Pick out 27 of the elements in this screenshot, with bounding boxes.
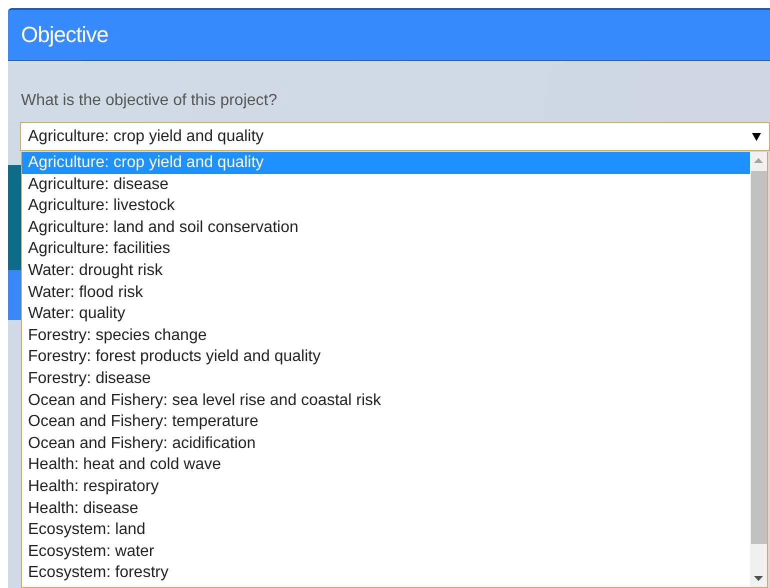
dropdown-option[interactable]: Forestry: forest products yield and quality — [22, 346, 750, 368]
dropdown-option[interactable]: Water: drought risk — [22, 260, 750, 282]
scroll-down-icon[interactable] — [754, 576, 763, 581]
dropdown-option[interactable]: Ecosystem: forestry — [22, 562, 750, 584]
dropdown-option[interactable]: Water: quality — [22, 303, 750, 325]
question-label: What is the objective of this project? — [21, 92, 278, 109]
dropdown-option[interactable]: Agriculture: disease — [22, 174, 750, 196]
scroll-up-icon[interactable] — [754, 158, 763, 163]
dropdown-option[interactable]: Agriculture: livestock — [22, 195, 750, 217]
dropdown-option[interactable]: Health: respiratory — [22, 476, 750, 498]
dialog-title: Objective — [21, 22, 108, 48]
dropdown-option[interactable]: Ecosystem: water — [22, 540, 750, 562]
caret-icon — [752, 132, 761, 140]
dropdown-option[interactable]: Health: disease — [22, 498, 750, 520]
dropdown-option[interactable]: Ocean and Fishery: acidification — [22, 432, 750, 454]
objective-select[interactable]: Agriculture: crop yield and quality — [20, 122, 770, 151]
dropdown-option[interactable]: Agriculture: land and soil conservation — [22, 216, 750, 238]
scrollbar-thumb[interactable] — [750, 171, 766, 544]
dropdown-option[interactable]: Ocean and Fishery: temperature — [22, 411, 750, 433]
dropdown-option[interactable]: Agriculture: facilities — [22, 238, 750, 260]
dropdown-option[interactable]: Forestry: species change — [22, 324, 750, 346]
scrollbar[interactable] — [750, 152, 767, 587]
dropdown-option[interactable]: Ecosystem: land — [22, 519, 750, 541]
dropdown-option[interactable]: Water: flood risk — [22, 282, 750, 304]
dropdown-option[interactable]: Ocean and Fishery: sea level rise and coastal risk — [22, 390, 750, 412]
dropdown-option[interactable]: Forestry: disease — [22, 368, 750, 390]
dropdown-option[interactable]: Health: heat and cold wave — [22, 454, 750, 476]
